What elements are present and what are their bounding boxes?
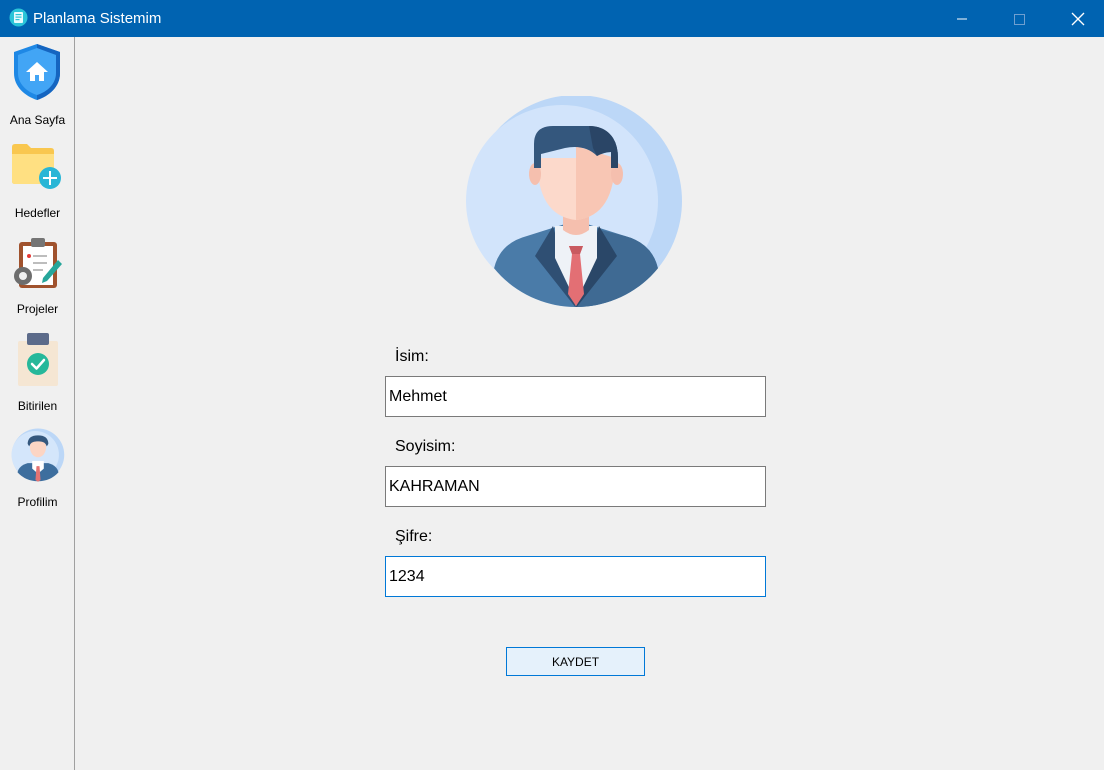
name-label: İsim: [395, 348, 429, 365]
home-shield-icon [14, 44, 60, 100]
minimize-button[interactable] [939, 0, 985, 37]
surname-label: Soyisim: [395, 438, 456, 455]
title-bar: Planlama Sistemim [0, 0, 1104, 37]
app-icon [9, 8, 28, 27]
sidebar-item-hedefler[interactable]: Hedefler [0, 137, 75, 227]
sidebar-item-profilim[interactable]: Profilim [0, 425, 75, 515]
close-button[interactable] [1055, 0, 1101, 37]
sidebar-item-projeler[interactable]: Projeler [0, 233, 75, 323]
clipboard-check-icon [18, 333, 58, 386]
maximize-icon [1014, 13, 1025, 25]
name-field[interactable] [385, 376, 766, 417]
sidebar-item-label: Projeler [16, 302, 59, 316]
sidebar-item-label: Ana Sayfa [9, 113, 66, 127]
window-title: Planlama Sistemim [33, 10, 162, 27]
maximize-button[interactable] [996, 0, 1042, 37]
password-label: Şifre: [395, 528, 433, 545]
sidebar-item-bitirilen[interactable]: Bitirilen [0, 329, 75, 419]
sidebar-item-label: Profilim [17, 495, 58, 509]
save-button[interactable]: KAYDET [506, 647, 645, 676]
surname-field[interactable] [385, 466, 766, 507]
sidebar-item-label: Bitirilen [17, 399, 58, 413]
avatar-icon [11, 428, 65, 482]
clipboard-gear-icon [14, 238, 62, 288]
close-icon [1071, 12, 1085, 25]
password-field[interactable] [385, 556, 766, 597]
minimize-icon [957, 18, 967, 19]
profile-avatar-image [466, 96, 682, 307]
sidebar: Ana Sayfa Hedefler Projeler Bitirilen Pr… [0, 37, 75, 770]
folder-add-icon [12, 144, 61, 189]
sidebar-item-ana-sayfa[interactable]: Ana Sayfa [0, 40, 75, 130]
sidebar-item-label: Hedefler [14, 206, 61, 220]
